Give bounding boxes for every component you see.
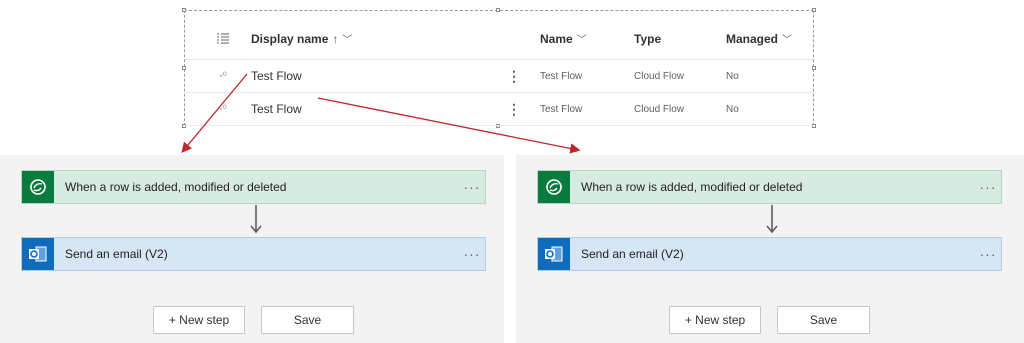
column-header-label: Type <box>634 31 662 46</box>
row-type: Cloud Flow <box>634 103 685 115</box>
selection-handle[interactable] <box>496 8 500 12</box>
chevron-down-icon: ﹀ <box>782 35 793 46</box>
table-row[interactable]: ◦⁰ Test Flow ⋮ Test Flow Cloud Flow No <box>185 93 813 126</box>
row-managed: No <box>726 103 739 115</box>
row-name: Test Flow <box>540 70 583 82</box>
trigger-card[interactable]: When a row is added, modified or deleted… <box>537 170 1002 204</box>
selection-handle[interactable] <box>812 8 816 12</box>
table-header: Display name ↑ ﹀ Name ﹀ Type Managed ﹀ <box>185 18 813 60</box>
new-step-button[interactable]: + New step <box>153 306 245 334</box>
more-options-icon[interactable]: ··· <box>459 179 485 195</box>
flow-designer-right: When a row is added, modified or deleted… <box>516 155 1024 343</box>
flow-designer-left: When a row is added, modified or deleted… <box>0 155 504 343</box>
column-header-display-name[interactable]: Display name ↑ ﹀ <box>251 18 352 59</box>
arrow-down-icon <box>766 205 778 234</box>
more-options-icon[interactable]: ··· <box>975 246 1001 262</box>
row-display-name[interactable]: Test Flow <box>251 60 302 92</box>
more-options-icon[interactable]: ··· <box>459 246 485 262</box>
row-more-icon[interactable]: ⋮ <box>507 60 521 92</box>
row-name: Test Flow <box>540 103 583 115</box>
row-type: Cloud Flow <box>634 70 685 82</box>
dataverse-icon <box>22 171 54 203</box>
column-header-managed[interactable]: Managed ﹀ <box>726 18 792 59</box>
new-step-button[interactable]: + New step <box>669 306 761 334</box>
trigger-card[interactable]: When a row is added, modified or deleted… <box>21 170 486 204</box>
action-title: Send an email (V2) <box>581 247 684 261</box>
dataverse-icon <box>538 171 570 203</box>
trigger-title: When a row is added, modified or deleted <box>581 180 803 194</box>
chevron-down-icon: ﹀ <box>576 35 587 46</box>
column-header-name[interactable]: Name ﹀ <box>540 18 587 59</box>
more-options-icon[interactable]: ··· <box>975 179 1001 195</box>
selection-handle[interactable] <box>182 8 186 12</box>
row-display-name[interactable]: Test Flow <box>251 93 302 125</box>
trigger-title: When a row is added, modified or deleted <box>65 180 287 194</box>
chevron-down-icon: ﹀ <box>342 35 353 46</box>
action-title: Send an email (V2) <box>65 247 168 261</box>
action-card[interactable]: Send an email (V2) ··· <box>537 237 1002 271</box>
column-header-type[interactable]: Type <box>634 18 661 59</box>
save-button[interactable]: Save <box>261 306 354 334</box>
sort-ascending-icon: ↑ <box>332 31 339 46</box>
arrow-down-icon <box>250 205 262 234</box>
outlook-icon <box>22 238 54 270</box>
outlook-icon <box>538 238 570 270</box>
row-more-icon[interactable]: ⋮ <box>507 93 521 125</box>
list-icon[interactable] <box>213 18 233 59</box>
solution-table: Display name ↑ ﹀ Name ﹀ Type Managed ﹀ ◦… <box>182 8 816 128</box>
row-managed: No <box>726 70 739 82</box>
action-card[interactable]: Send an email (V2) ··· <box>21 237 486 271</box>
flow-icon: ◦⁰ <box>219 103 227 115</box>
save-button[interactable]: Save <box>777 306 870 334</box>
flow-icon: ◦⁰ <box>219 70 227 82</box>
column-header-label: Display name <box>251 31 329 46</box>
column-header-label: Name <box>540 31 573 46</box>
table-row[interactable]: ◦⁰ Test Flow ⋮ Test Flow Cloud Flow No <box>185 60 813 93</box>
column-header-label: Managed <box>726 31 779 46</box>
